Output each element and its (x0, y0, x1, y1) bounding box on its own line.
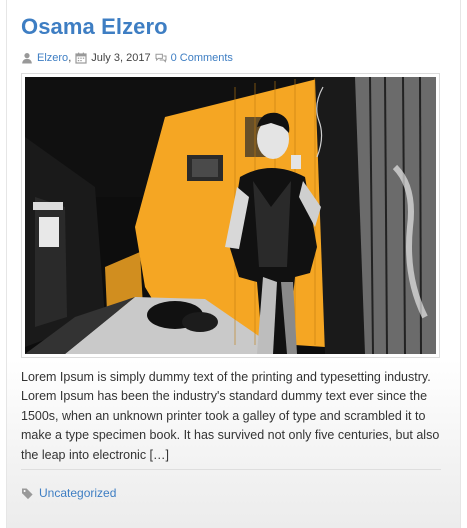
featured-image[interactable] (21, 73, 440, 358)
user-icon (21, 52, 33, 64)
post-categories: Uncategorized (21, 486, 116, 500)
divider (21, 469, 441, 470)
noir-illustration (25, 77, 436, 354)
author-link[interactable]: Elzero (37, 52, 68, 64)
calendar-icon (75, 52, 87, 64)
post-title[interactable]: Osama Elzero (21, 14, 168, 40)
author-separator: , (68, 52, 72, 64)
comments-icon (155, 52, 167, 64)
post-card: Osama Elzero Elzero , July 3, 2017 0 Com… (6, 0, 461, 528)
post-date: July 3, 2017 (91, 52, 151, 64)
tags-icon (21, 487, 34, 500)
comments-link[interactable]: 0 Comments (171, 52, 233, 64)
post-meta: Elzero , July 3, 2017 0 Comments (21, 51, 233, 65)
category-link[interactable]: Uncategorized (39, 486, 116, 500)
post-excerpt: Lorem Ipsum is simply dummy text of the … (21, 370, 440, 462)
